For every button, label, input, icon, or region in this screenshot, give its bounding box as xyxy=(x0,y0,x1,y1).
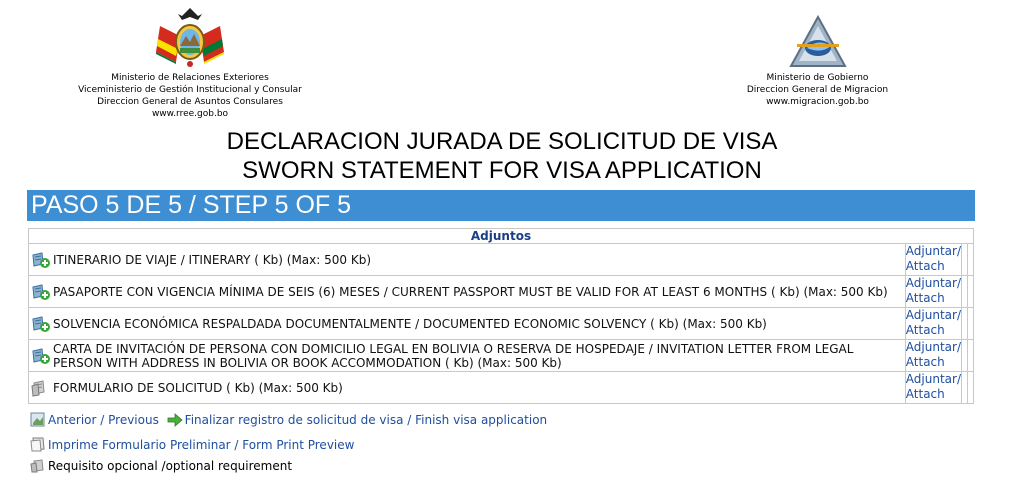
migration-direction-line: Direccion General de Migracion xyxy=(746,85,889,95)
table-row: FORMULARIO DE SOLICITUD ( Kb) (Max: 500 … xyxy=(28,371,974,404)
legend-row: Requisito opcional /optional requirement xyxy=(30,459,292,473)
vice-ministry-line: Viceministerio de Gestión Institucional … xyxy=(78,85,302,95)
attach-line-1: Adjuntar/ xyxy=(905,244,961,258)
attachments-header: Adjuntos xyxy=(28,228,974,244)
table-row: SOLVENCIA ECONÓMICA RESPALDADA DOCUMENTA… xyxy=(28,307,974,340)
arrow-right-icon xyxy=(167,413,183,427)
header-right: Ministerio de Gobierno Direccion General… xyxy=(730,14,905,108)
empty-cell xyxy=(967,243,974,276)
optional-attachment-icon xyxy=(31,379,45,397)
attachment-label: PASAPORTE CON VIGENCIA MÍNIMA DE SEIS (6… xyxy=(53,284,888,299)
print-preview-icon xyxy=(30,437,45,452)
attachment-label: ITINERARIO DE VIAJE / ITINERARY ( Kb) (M… xyxy=(53,252,372,267)
page-title-spanish: DECLARACION JURADA DE SOLICITUD DE VISA xyxy=(226,128,778,155)
attach-line-2: Attach xyxy=(905,291,945,305)
empty-cell xyxy=(967,339,974,372)
previous-page-icon xyxy=(30,412,45,427)
header-left: Ministerio de Relaciones Exteriores Vice… xyxy=(60,6,320,120)
empty-cell xyxy=(967,275,974,308)
attach-link-itinerary[interactable]: Adjuntar/Attach xyxy=(906,244,961,273)
attachment-label: SOLVENCIA ECONÓMICA RESPALDADA DOCUMENTA… xyxy=(53,316,767,331)
migration-logo-icon xyxy=(788,14,847,67)
print-preview-row: Imprime Formulario Preliminar / Form Pri… xyxy=(30,437,354,452)
table-row: PASAPORTE CON VIGENCIA MÍNIMA DE SEIS (6… xyxy=(28,275,974,308)
table-row: ITINERARIO DE VIAJE / ITINERARY ( Kb) (M… xyxy=(28,243,974,276)
empty-cell xyxy=(967,371,974,404)
optional-requirement-icon xyxy=(30,459,44,473)
required-attachment-icon xyxy=(32,283,50,300)
attach-link-solvency[interactable]: Adjuntar/Attach xyxy=(906,308,961,337)
empty-cell xyxy=(967,307,974,340)
step-indicator: PASO 5 DE 5 / STEP 5 OF 5 xyxy=(27,190,975,221)
attachment-label: CARTA DE INVITACIÓN DE PERSONA CON DOMIC… xyxy=(53,341,854,370)
attachment-label: FORMULARIO DE SOLICITUD ( Kb) (Max: 500 … xyxy=(53,380,343,395)
navigation-links: Anterior / Previous Finalizar registro d… xyxy=(30,412,547,427)
migration-website-line: www.migracion.gob.bo xyxy=(766,97,869,107)
required-attachment-icon xyxy=(32,251,50,268)
required-attachment-icon xyxy=(32,347,50,364)
attach-link-form[interactable]: Adjuntar/Attach xyxy=(906,372,961,401)
attach-line-2: Attach xyxy=(905,323,945,337)
attach-line-1: Adjuntar/ xyxy=(905,372,961,386)
print-preview-link[interactable]: Imprime Formulario Preliminar / Form Pri… xyxy=(48,438,354,452)
optional-requirement-text: Requisito opcional /optional requirement xyxy=(48,459,293,473)
required-attachment-icon xyxy=(32,315,50,332)
ministry-name-line: Ministerio de Relaciones Exteriores xyxy=(111,73,269,83)
finish-link[interactable]: Finalizar registro de solicitud de visa … xyxy=(185,413,547,427)
table-header-row: Adjuntos xyxy=(28,228,974,244)
website-line: www.rree.gob.bo xyxy=(151,109,229,119)
previous-link[interactable]: Anterior / Previous xyxy=(48,413,159,427)
attach-link-invitation[interactable]: Adjuntar/Attach xyxy=(906,340,961,369)
attach-line-1: Adjuntar/ xyxy=(905,340,961,354)
attach-line-2: Attach xyxy=(905,387,945,401)
table-row: CARTA DE INVITACIÓN DE PERSONA CON DOMIC… xyxy=(28,339,974,372)
page-title-english: SWORN STATEMENT FOR VISA APPLICATION xyxy=(242,157,762,184)
attach-line-2: Attach xyxy=(905,259,945,273)
gov-ministry-line: Ministerio de Gobierno xyxy=(766,73,869,83)
bolivia-coat-of-arms-icon xyxy=(156,8,224,67)
attach-line-1: Adjuntar/ xyxy=(905,276,961,290)
attach-link-passport[interactable]: Adjuntar/Attach xyxy=(906,276,961,305)
direction-line: Direccion General de Asuntos Consulares xyxy=(97,97,283,107)
attachments-table: Adjuntos ITINERARIO DE VIAJE / ITINERARY… xyxy=(28,228,974,404)
attach-line-2: Attach xyxy=(905,355,945,369)
attach-line-1: Adjuntar/ xyxy=(905,308,961,322)
